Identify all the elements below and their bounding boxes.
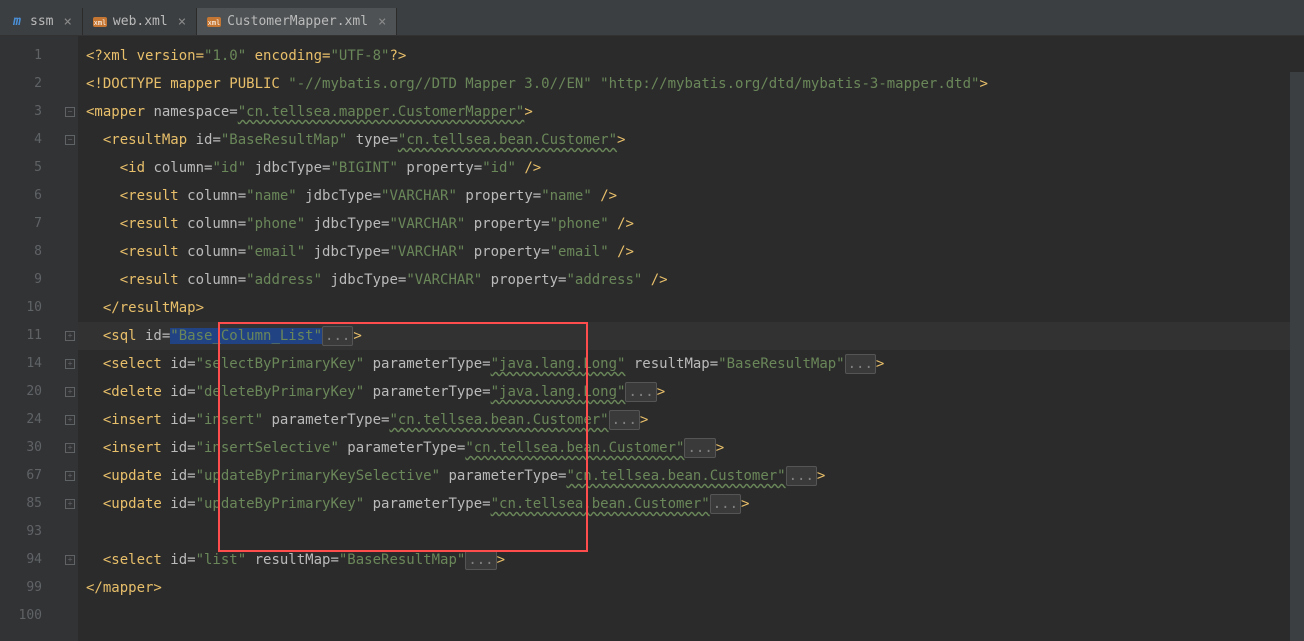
fold-expand-icon[interactable]: + bbox=[65, 499, 75, 509]
line-number[interactable]: 1 bbox=[0, 42, 62, 70]
line-number[interactable]: 99 bbox=[0, 574, 62, 602]
folded-marker[interactable]: ... bbox=[684, 438, 715, 458]
fold-expand-icon[interactable]: + bbox=[65, 331, 75, 341]
fold-expand-icon[interactable]: + bbox=[65, 359, 75, 369]
fold-gutter: − − + + + + + + + + bbox=[62, 36, 78, 641]
line-number[interactable]: 7 bbox=[0, 210, 62, 238]
folded-marker[interactable]: ... bbox=[625, 382, 656, 402]
line-number[interactable]: 8 bbox=[0, 238, 62, 266]
tab-label: CustomerMapper.xml bbox=[227, 14, 368, 29]
fold-expand-icon[interactable]: + bbox=[65, 471, 75, 481]
code-line: <!DOCTYPE mapper PUBLIC "-//mybatis.org/… bbox=[78, 70, 1304, 98]
code-line: <select id="selectByPrimaryKey" paramete… bbox=[78, 350, 1304, 378]
tab-customer-mapper[interactable]: xml CustomerMapper.xml × bbox=[197, 8, 397, 35]
code-editor[interactable]: <?xml version="1.0" encoding="UTF-8"?> <… bbox=[78, 36, 1304, 641]
line-number[interactable]: 94 bbox=[0, 546, 62, 574]
line-number[interactable]: 30 bbox=[0, 434, 62, 462]
line-number[interactable]: 2 bbox=[0, 70, 62, 98]
fold-expand-icon[interactable]: + bbox=[65, 555, 75, 565]
close-icon[interactable]: × bbox=[63, 14, 71, 30]
code-line: <result column="phone" jdbcType="VARCHAR… bbox=[78, 210, 1304, 238]
code-line: <update id="updateByPrimaryKeySelective"… bbox=[78, 462, 1304, 490]
line-number[interactable]: 5 bbox=[0, 154, 62, 182]
breadcrumb-bar bbox=[0, 0, 1304, 8]
folded-marker[interactable]: ... bbox=[609, 410, 640, 430]
code-line-current: <sql id="Base_Column_List"...> bbox=[78, 322, 1304, 350]
module-icon: m bbox=[10, 15, 24, 29]
code-line: <delete id="deleteByPrimaryKey" paramete… bbox=[78, 378, 1304, 406]
code-line: <result column="address" jdbcType="VARCH… bbox=[78, 266, 1304, 294]
line-number[interactable]: 93 bbox=[0, 518, 62, 546]
code-line: <result column="email" jdbcType="VARCHAR… bbox=[78, 238, 1304, 266]
line-number[interactable]: 20 bbox=[0, 378, 62, 406]
folded-marker[interactable]: ... bbox=[710, 494, 741, 514]
line-number[interactable]: 24 bbox=[0, 406, 62, 434]
code-line: <resultMap id="BaseResultMap" type="cn.t… bbox=[78, 126, 1304, 154]
close-icon[interactable]: × bbox=[178, 14, 186, 30]
code-line: <mapper namespace="cn.tellsea.mapper.Cus… bbox=[78, 98, 1304, 126]
line-number[interactable]: 9 bbox=[0, 266, 62, 294]
tab-label: web.xml bbox=[113, 14, 168, 29]
folded-marker[interactable]: ... bbox=[845, 354, 876, 374]
code-line: <insert id="insert" parameterType="cn.te… bbox=[78, 406, 1304, 434]
folded-marker[interactable]: ... bbox=[465, 550, 496, 570]
close-icon[interactable]: × bbox=[378, 14, 386, 30]
line-number[interactable]: 85 bbox=[0, 490, 62, 518]
code-line: </resultMap> bbox=[78, 294, 1304, 322]
fold-expand-icon[interactable]: + bbox=[65, 387, 75, 397]
code-line bbox=[78, 518, 1304, 546]
fold-expand-icon[interactable]: + bbox=[65, 443, 75, 453]
code-line: <insert id="insertSelective" parameterTy… bbox=[78, 434, 1304, 462]
line-number[interactable]: 10 bbox=[0, 294, 62, 322]
vertical-scrollbar[interactable] bbox=[1290, 72, 1304, 641]
folded-marker[interactable]: ... bbox=[786, 466, 817, 486]
line-number-gutter[interactable]: 1 2 3 4 5 6 7 8 9 10 11 14 20 24 30 67 8… bbox=[0, 36, 62, 641]
fold-collapse-icon[interactable]: − bbox=[65, 107, 75, 117]
editor-tabs: m ssm × xml web.xml × xml CustomerMapper… bbox=[0, 8, 1304, 36]
code-line: <?xml version="1.0" encoding="UTF-8"?> bbox=[78, 42, 1304, 70]
tab-ssm[interactable]: m ssm × bbox=[0, 8, 83, 35]
line-number[interactable]: 11 bbox=[0, 322, 62, 350]
fold-expand-icon[interactable]: + bbox=[65, 415, 75, 425]
code-line: <id column="id" jdbcType="BIGINT" proper… bbox=[78, 154, 1304, 182]
line-number[interactable]: 100 bbox=[0, 602, 62, 630]
code-line: <result column="name" jdbcType="VARCHAR"… bbox=[78, 182, 1304, 210]
xml-icon: xml bbox=[93, 15, 107, 29]
code-line: </mapper> bbox=[78, 574, 1304, 602]
tab-label: ssm bbox=[30, 14, 53, 29]
editor-container: 1 2 3 4 5 6 7 8 9 10 11 14 20 24 30 67 8… bbox=[0, 36, 1304, 641]
line-number[interactable]: 4 bbox=[0, 126, 62, 154]
line-number[interactable]: 6 bbox=[0, 182, 62, 210]
folded-marker[interactable]: ... bbox=[322, 326, 353, 346]
xml-icon: xml bbox=[207, 15, 221, 29]
line-number[interactable]: 14 bbox=[0, 350, 62, 378]
line-number[interactable]: 67 bbox=[0, 462, 62, 490]
code-line: <select id="list" resultMap="BaseResultM… bbox=[78, 546, 1304, 574]
tab-web-xml[interactable]: xml web.xml × bbox=[83, 8, 197, 35]
svg-text:xml: xml bbox=[94, 19, 107, 27]
code-line: <update id="updateByPrimaryKey" paramete… bbox=[78, 490, 1304, 518]
svg-text:xml: xml bbox=[208, 19, 221, 27]
line-number[interactable]: 3 bbox=[0, 98, 62, 126]
fold-collapse-icon[interactable]: − bbox=[65, 135, 75, 145]
